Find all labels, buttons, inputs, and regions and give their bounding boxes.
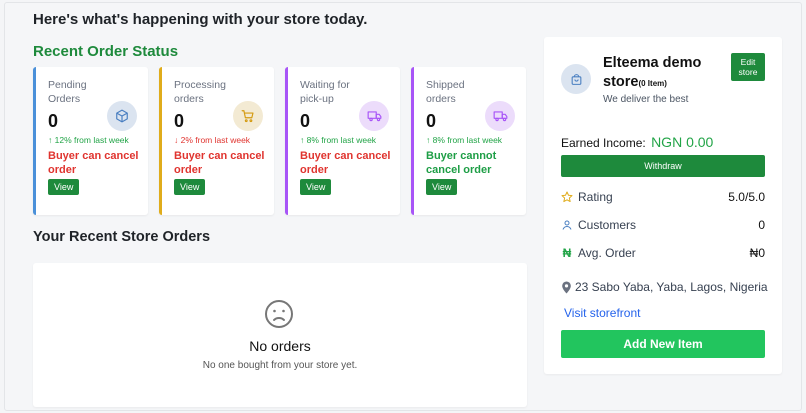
view-waiting-button[interactable]: View	[300, 179, 332, 195]
pending-orders-card: Pending Orders 0 ↑ 12% from last week Bu…	[33, 67, 148, 215]
store-tagline: We deliver the best	[603, 94, 689, 105]
earned-income: Earned Income: NGN 0.00	[561, 134, 713, 150]
processing-orders-card: Processing orders 0 ↓ 2% from last week …	[159, 67, 274, 215]
avg-order-label: Avg. Order	[578, 246, 636, 260]
card-trend: ↑ 8% from last week	[300, 135, 377, 145]
card-label: Pending Orders	[48, 79, 87, 105]
empty-orders-title: No orders	[249, 338, 311, 354]
visit-storefront-link[interactable]: Visit storefront	[564, 306, 640, 320]
edit-store-button[interactable]: Edit store	[731, 53, 765, 81]
card-label: Processing orders	[174, 79, 226, 105]
avg-order-row: ₦ Avg. Order ₦0	[561, 245, 765, 261]
store-item-count: (0 Item)	[638, 79, 667, 88]
rating-row: Rating 5.0/5.0	[561, 189, 765, 205]
user-icon	[561, 219, 573, 231]
card-note: Buyer can cancel order	[48, 150, 139, 176]
card-trend: ↓ 2% from last week	[174, 135, 251, 145]
order-status-cards: Pending Orders 0 ↑ 12% from last week Bu…	[33, 67, 526, 215]
rating-value: 5.0/5.0	[728, 190, 765, 204]
add-new-item-button[interactable]: Add New Item	[561, 330, 765, 358]
truck-icon	[485, 101, 515, 131]
store-address: 23 Sabo Yaba, Yaba, Lagos, Nigeria	[561, 280, 768, 294]
cart-icon	[233, 101, 263, 131]
card-note: Buyer cannot cancel order	[426, 150, 497, 176]
customers-value: 0	[758, 218, 765, 232]
withdraw-button[interactable]: Withdraw	[561, 155, 765, 177]
card-note: Buyer can cancel order	[300, 150, 391, 176]
store-name: Elteema demo store(0 Item)	[603, 54, 721, 93]
rating-label: Rating	[578, 190, 613, 204]
address-text: 23 Sabo Yaba, Yaba, Lagos, Nigeria	[575, 280, 768, 294]
customers-row: Customers 0	[561, 217, 765, 233]
recent-orders-title: Your Recent Store Orders	[33, 229, 211, 245]
view-shipped-button[interactable]: View	[426, 179, 458, 195]
truck-icon	[359, 101, 389, 131]
view-processing-button[interactable]: View	[174, 179, 206, 195]
location-pin-icon	[562, 281, 571, 293]
sad-face-icon	[264, 299, 294, 329]
card-trend: ↑ 12% from last week	[48, 135, 129, 145]
card-label: Shipped orders	[426, 79, 465, 105]
recent-orders-panel	[33, 263, 527, 407]
card-trend: ↑ 8% from last week	[426, 135, 503, 145]
income-label: Earned Income:	[561, 136, 646, 150]
card-label: Waiting for pick-up	[300, 79, 350, 105]
shipped-orders-card: Shipped orders 0 ↑ 8% from last week Buy…	[411, 67, 526, 215]
avg-order-value: ₦0	[749, 246, 765, 260]
income-value: NGN 0.00	[651, 134, 714, 150]
order-status-title: Recent Order Status	[33, 43, 179, 60]
package-icon	[107, 101, 137, 131]
naira-icon: ₦	[562, 246, 572, 260]
waiting-pickup-card: Waiting for pick-up 0 ↑ 8% from last wee…	[285, 67, 400, 215]
page-greeting: Here's what's happening with your store …	[33, 11, 368, 28]
star-icon	[561, 191, 573, 203]
view-pending-button[interactable]: View	[48, 179, 80, 195]
customers-label: Customers	[578, 218, 637, 232]
store-bag-icon	[561, 64, 591, 94]
card-note: Buyer can cancel order	[174, 150, 265, 176]
empty-orders-subtitle: No one bought from your store yet.	[202, 360, 358, 371]
